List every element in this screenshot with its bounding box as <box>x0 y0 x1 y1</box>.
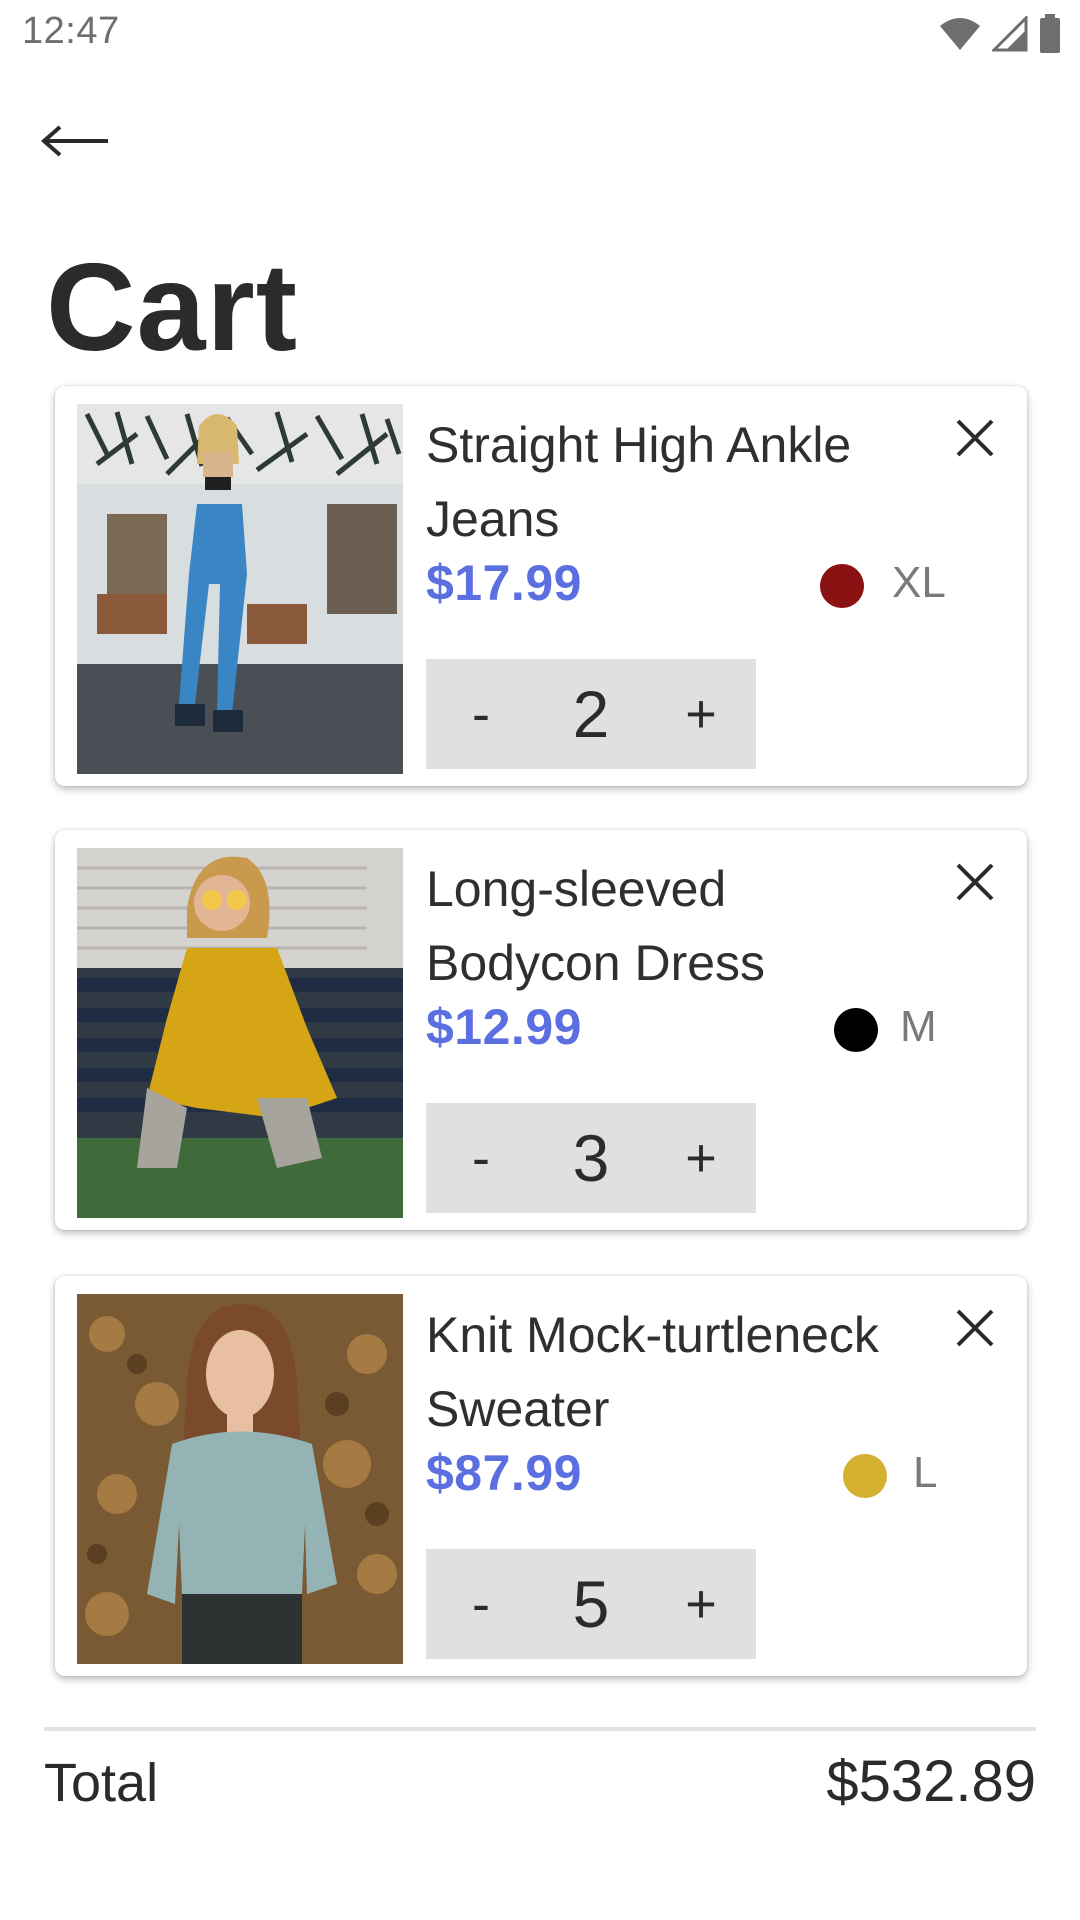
quantity-value: 3 <box>572 1121 610 1195</box>
increment-button[interactable]: + <box>646 1103 756 1213</box>
color-swatch <box>820 564 864 608</box>
item-price: $12.99 <box>426 999 582 1055</box>
battery-icon <box>1038 14 1062 54</box>
close-icon <box>954 1307 996 1354</box>
increment-button[interactable]: + <box>646 659 756 769</box>
item-size: XL <box>892 558 946 607</box>
quantity-value: 5 <box>572 1567 610 1641</box>
decrement-button[interactable]: - <box>426 659 536 769</box>
item-size: M <box>900 1002 937 1051</box>
item-price: $87.99 <box>426 1445 582 1501</box>
cart-item: Straight High Ankle Jeans $17.99 XL - 2 … <box>55 386 1027 786</box>
cart-item: Knit Mock-turtleneck Sweater $87.99 L - … <box>55 1276 1027 1676</box>
total-label: Total <box>44 1753 159 1813</box>
page-title: Cart <box>46 239 299 377</box>
close-icon <box>954 861 996 908</box>
product-image-jeans[interactable] <box>77 404 403 774</box>
remove-item-button[interactable] <box>947 412 1003 468</box>
quantity-stepper: - 3 + <box>426 1103 756 1213</box>
status-icons <box>938 14 1062 54</box>
total-divider <box>44 1727 1036 1731</box>
item-price: $17.99 <box>426 555 582 611</box>
item-name: Straight High Ankle Jeans <box>426 417 852 547</box>
color-swatch <box>834 1008 878 1052</box>
cart-item: Long-sleeved Bodycon Dress $12.99 M - 3 … <box>55 830 1027 1230</box>
item-name: Long-sleeved Bodycon Dress <box>426 861 766 991</box>
product-image-sweater[interactable] <box>77 1294 403 1664</box>
item-name: Knit Mock-turtleneck Sweater <box>426 1307 879 1437</box>
color-swatch <box>843 1454 887 1498</box>
quantity-stepper: - 2 + <box>426 659 756 769</box>
back-button[interactable] <box>40 118 120 168</box>
remove-item-button[interactable] <box>947 856 1003 912</box>
status-bar: 12:47 <box>0 0 1080 66</box>
total-value: $532.89 <box>826 1749 1036 1814</box>
product-image-dress[interactable] <box>77 848 403 1218</box>
arrow-left-icon <box>40 121 112 166</box>
decrement-button[interactable]: - <box>426 1103 536 1213</box>
decrement-button[interactable]: - <box>426 1549 536 1659</box>
wifi-icon <box>938 16 982 52</box>
quantity-stepper: - 5 + <box>426 1549 756 1659</box>
signal-icon <box>992 16 1028 52</box>
item-size: L <box>913 1448 938 1497</box>
quantity-value: 2 <box>572 677 610 751</box>
close-icon <box>954 417 996 464</box>
remove-item-button[interactable] <box>947 1302 1003 1358</box>
increment-button[interactable]: + <box>646 1549 756 1659</box>
status-time: 12:47 <box>22 10 120 52</box>
